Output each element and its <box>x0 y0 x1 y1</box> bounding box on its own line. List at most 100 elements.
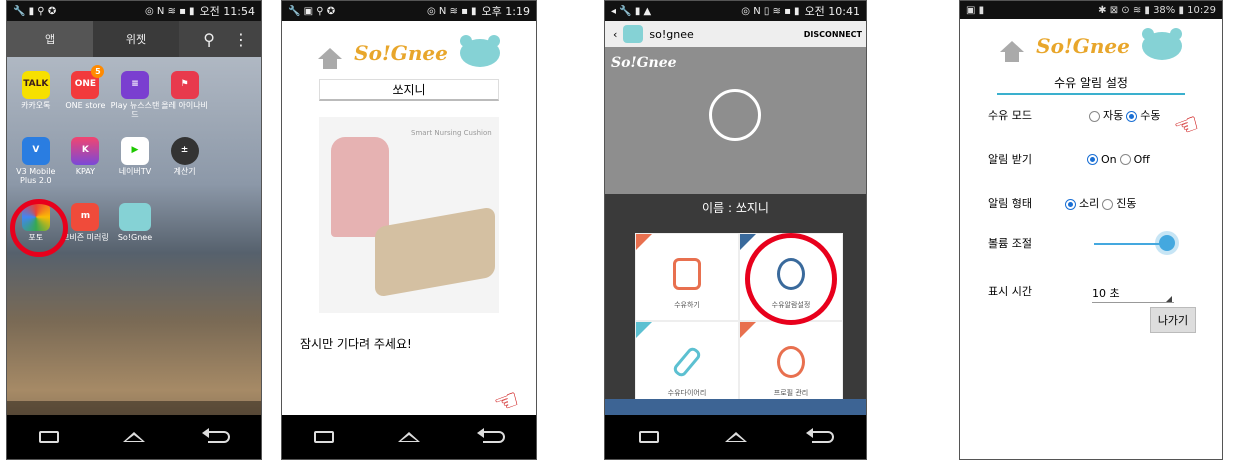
radio-label: Off <box>1133 152 1150 166</box>
app-onestore[interactable]: ONE 5 ONE store <box>61 65 111 137</box>
back-button[interactable] <box>476 428 505 444</box>
pointing-hand-icon: ☜ <box>1169 105 1204 146</box>
back-arrow-icon[interactable]: ‹ <box>613 28 617 41</box>
app-label: 계산기 <box>173 167 196 176</box>
app-label: ONE store <box>65 101 106 110</box>
home-icon <box>397 432 420 442</box>
app-olleh-navi[interactable]: ⚑ 올레 아이나비 <box>160 71 210 137</box>
status-time: 오전 11:54 <box>199 5 255 18</box>
type-sound-radio[interactable]: 소리 <box>1062 195 1099 211</box>
alert-on-radio[interactable]: On <box>1084 153 1117 166</box>
recents-button[interactable] <box>638 430 660 444</box>
recents-button[interactable] <box>38 430 60 444</box>
back-button[interactable] <box>201 428 230 444</box>
profile-header: So!Gnee 이름 : 쏘지니 <box>605 47 866 215</box>
card-corner <box>740 234 756 250</box>
mode-auto-radio[interactable]: 자동 <box>1086 107 1123 123</box>
radio-label: 소리 <box>1079 197 1100 210</box>
app-navertv[interactable]: ▶ 네이버TV <box>110 137 160 203</box>
tab-widgets[interactable]: 위젯 <box>93 21 179 57</box>
app-logo: So!Gnee <box>960 19 1222 73</box>
home-icon[interactable] <box>1000 40 1025 62</box>
alert-label: 알림 받기 <box>988 153 1032 166</box>
app-logo: So!Gnee <box>282 35 536 69</box>
notification-badge: 5 <box>91 65 105 78</box>
dropdown-corner-icon <box>1166 296 1172 302</box>
cushion-pink <box>331 137 389 237</box>
navi-icon: ⚑ <box>170 71 199 99</box>
tab-apps[interactable]: 앱 <box>7 21 93 57</box>
recents-icon <box>638 431 659 443</box>
app-calculator[interactable]: ± 계산기 <box>160 137 210 203</box>
home-icon <box>122 432 145 442</box>
kakaotalk-icon: TALK <box>21 71 50 99</box>
mobizen-icon: m <box>71 203 100 231</box>
back-button[interactable] <box>805 428 834 444</box>
bear-logo-icon <box>1141 28 1182 60</box>
disconnect-button[interactable]: DISCONNECT <box>804 30 862 39</box>
more-menu-icon[interactable]: ⋮ <box>233 30 249 49</box>
volume-slider-handle[interactable] <box>1158 235 1175 251</box>
kpay-icon: K <box>71 137 100 165</box>
phone-splash-screen: 🔧 ▣ ⚲ ✪ ◎ N ≋ ▪ ▮ 오후 1:19 So!Gnee 쏘지니 Sm… <box>281 0 537 460</box>
alert-type-row: 알림 형태 소리 진동 <box>988 195 1137 211</box>
app-kakaotalk[interactable]: TALK 카카오톡 <box>11 71 61 137</box>
profile-name: 이름 : 쏘지니 <box>605 199 866 216</box>
display-time-select[interactable]: 10 초 <box>1092 285 1174 303</box>
nav-bar <box>282 415 536 459</box>
phone-main-menu: ◂ 🔧 ▮ ▲ ◎ N ▯ ≋ ▪ ▮ 오전 10:41 ‹ so!gnee DI… <box>604 0 867 460</box>
menu-feeding[interactable]: 수유하기 <box>635 233 739 321</box>
volume-row: 볼륨 조절 <box>988 235 1068 251</box>
back-icon <box>805 428 834 443</box>
navertv-icon: ▶ <box>120 137 149 165</box>
status-time: 10:29 <box>1187 4 1216 16</box>
onestore-icon: ONE 5 <box>71 65 105 99</box>
newsstand-icon: ≡ <box>120 71 149 99</box>
display-time-row: 표시 시간 <box>988 283 1068 299</box>
baby-icon <box>709 89 761 141</box>
menu-profile[interactable]: 프로필 관리 <box>739 321 843 409</box>
radio-label: 수동 <box>1140 109 1161 122</box>
logo-text: So!Gnee <box>611 55 677 71</box>
radio-icon <box>1126 110 1138 122</box>
home-button[interactable] <box>122 430 145 444</box>
app-drawer-tabs: 앱 위젯 ⚲ ⋮ <box>7 21 261 57</box>
time-value: 10 초 <box>1092 287 1120 300</box>
search-icon[interactable]: ⚲ <box>203 30 215 49</box>
home-icon[interactable] <box>318 47 343 69</box>
volume-label: 볼륨 조절 <box>988 237 1032 250</box>
app-label: So!Gnee <box>117 233 153 242</box>
app-solgnee[interactable]: So!Gnee <box>110 203 160 269</box>
type-vibe-radio[interactable]: 진동 <box>1099 195 1137 211</box>
wait-message: 잠시만 기다려 주세요! <box>300 337 412 351</box>
mode-manual-radio[interactable]: 수동 <box>1123 107 1161 123</box>
exit-button[interactable]: 나가기 <box>1150 307 1196 333</box>
app-label: 올레 아이나비 <box>161 101 208 110</box>
app-mobizen[interactable]: m 모비즌 미러링 <box>61 203 111 269</box>
app-play-newsstand[interactable]: ≡ Play 뉴스스탠드 <box>110 71 160 137</box>
bottle-icon <box>673 258 701 290</box>
menu-diary[interactable]: 수유다이어리 <box>635 321 739 409</box>
highlight-circle <box>745 233 837 325</box>
app-kpay[interactable]: K KPAY <box>61 137 111 203</box>
app-title: so!gnee <box>649 27 694 41</box>
alert-off-radio[interactable]: Off <box>1117 153 1150 166</box>
radio-label: On <box>1101 152 1117 166</box>
recents-button[interactable] <box>313 430 335 444</box>
app-v3-mobile[interactable]: V V3 Mobile Plus 2.0 <box>11 137 61 203</box>
highlight-circle <box>10 199 68 257</box>
dock-bar <box>7 401 261 415</box>
home-button[interactable] <box>724 430 747 444</box>
time-label: 표시 시간 <box>988 285 1032 298</box>
radio-icon <box>1065 198 1076 210</box>
home-button[interactable] <box>397 430 420 444</box>
calculator-icon: ± <box>170 137 199 165</box>
app-label: V3 Mobile Plus 2.0 <box>16 167 56 185</box>
mode-row: 수유 모드 자동 수동 <box>988 107 1161 123</box>
nav-bar <box>605 415 866 459</box>
recents-icon <box>39 431 60 443</box>
back-icon <box>201 428 230 443</box>
card-label: 수유다이어리 <box>667 389 707 397</box>
card-label: 수유하기 <box>674 301 700 309</box>
bear-logo-icon <box>459 35 500 67</box>
